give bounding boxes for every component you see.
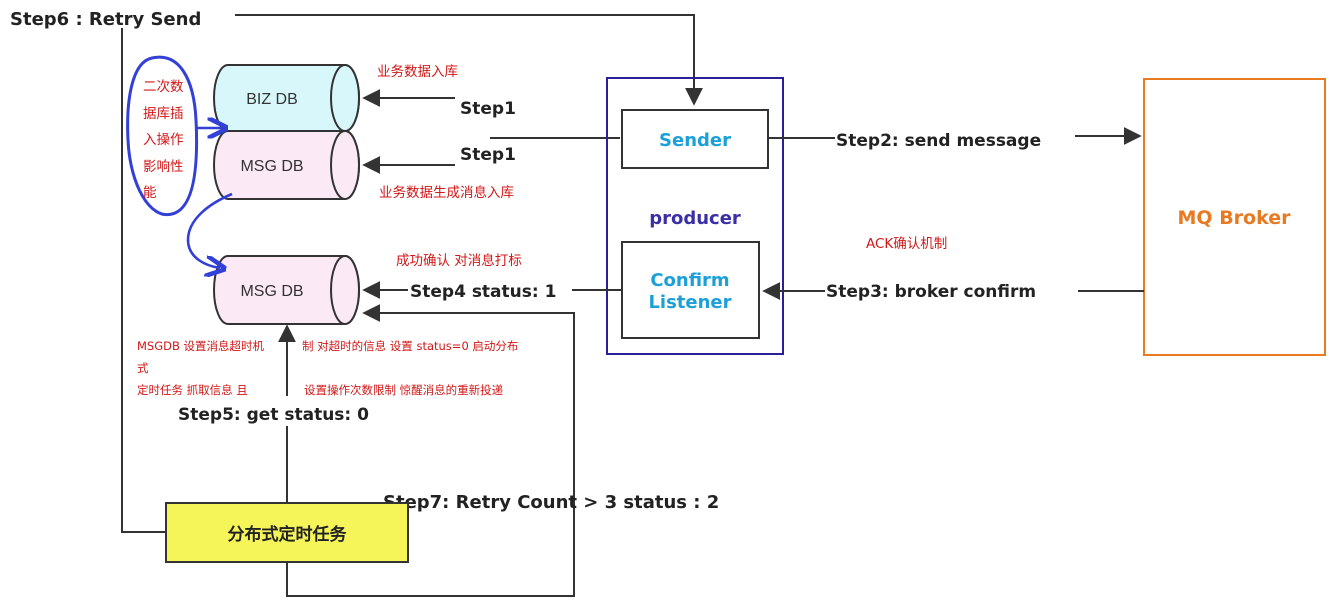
- note-msg-data-store: 业务数据生成消息入库: [379, 184, 514, 201]
- biz-db-label: BIZ DB: [246, 91, 298, 108]
- step1-msg-label: Step1: [460, 145, 516, 165]
- msg-db-bottom-cylinder: MSG DB: [213, 255, 360, 325]
- handwritten-text-3: 入操作: [143, 132, 184, 148]
- note-biz-data-store: 业务数据入库: [377, 64, 458, 80]
- note-msgdb-line1a: MSGDB 设置消息超时机: [137, 339, 265, 353]
- step7-label: Step7: Retry Count > 3 status : 2: [383, 492, 719, 513]
- step3-label: Step3: broker confirm: [826, 282, 1036, 302]
- note-confirm-mark: 成功确认 对消息打标: [396, 252, 522, 269]
- note-msgdb-line3b: 设置操作次数限制 惊醒消息的重新投递: [304, 383, 504, 397]
- step5-label: Step5: get status: 0: [178, 405, 369, 425]
- sender-label: Sender: [659, 130, 731, 151]
- step2-label: Step2: send message: [836, 131, 1041, 151]
- step6-retry-line: [121, 14, 703, 533]
- msg-db-top-cylinder: MSG DB: [213, 130, 360, 200]
- step4-label: Step4 status: 1: [410, 282, 556, 302]
- confirm-label-line2: Listener: [648, 292, 731, 313]
- msg-db-bottom-label: MSG DB: [240, 283, 303, 300]
- confirm-label-line1: Confirm: [650, 270, 729, 291]
- note-msgdb-line1b: 制 对超时的信息 设置 status=0 启动分布: [302, 339, 518, 353]
- note-msgdb-line3a: 定时任务 抓取信息 且: [137, 383, 248, 397]
- step6-label: Step6 : Retry Send: [10, 9, 201, 30]
- note-msgdb-line2: 式: [137, 361, 149, 375]
- handwritten-text-2: 据库插: [143, 106, 184, 122]
- producer-label: producer: [649, 208, 741, 229]
- biz-db-cylinder: BIZ DB: [213, 64, 360, 132]
- msg-db-top-label: MSG DB: [240, 158, 303, 175]
- handwritten-text-5: 能: [143, 185, 157, 201]
- note-ack-mechanism: ACK确认机制: [866, 236, 947, 252]
- handwritten-text-4: 影响性: [143, 159, 184, 175]
- mq-broker-label: MQ Broker: [1178, 207, 1292, 229]
- handwritten-text-1: 二次数: [143, 79, 184, 95]
- flow-diagram: Step6 : Retry Send BIZ DB MSG DB MSG DB …: [10, 9, 1326, 597]
- step1-biz-label: Step1: [460, 99, 516, 119]
- scheduled-task-label: 分布式定时任务: [228, 524, 348, 545]
